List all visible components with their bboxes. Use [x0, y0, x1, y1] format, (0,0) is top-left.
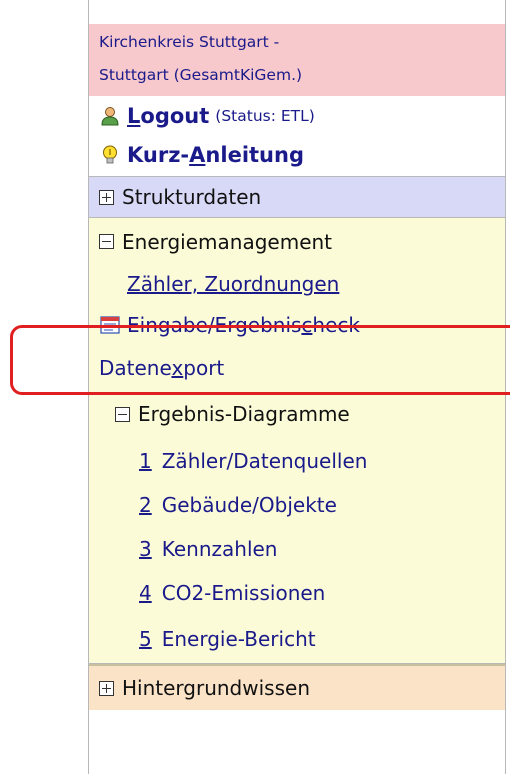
menu-item-datenexport[interactable]: Datenexport [89, 347, 505, 389]
top-spacer [89, 0, 505, 24]
section-hintergrundwissen[interactable]: Hintergrundwissen [89, 664, 505, 710]
navigation-panel: Kirchenkreis Stuttgart - Stuttgart (Gesa… [88, 0, 506, 774]
section-label-hintergrundwissen: Hintergrundwissen [122, 676, 310, 700]
calendar-form-icon [99, 314, 121, 336]
expand-icon[interactable] [99, 680, 114, 696]
organization-header: Kirchenkreis Stuttgart - Stuttgart (Gesa… [89, 24, 505, 96]
logout-row: Logout (Status: ETL) [89, 96, 505, 136]
section-label-energiemanagement: Energiemanagement [122, 229, 333, 254]
diagram-item[interactable]: 5 Energie-Bericht [89, 615, 505, 663]
organization-name-line2: Stuttgart (GesamtKiGem.) [99, 66, 303, 84]
kurz-anleitung-link[interactable]: Kurz-Anleitung [127, 143, 304, 167]
diagram-item-number[interactable]: 2 [139, 493, 152, 517]
menu-item-eingabe[interactable]: Eingabe/Ergebnischeck [89, 303, 505, 347]
anleitung-row: Kurz-Anleitung [89, 136, 505, 174]
section-header-energiemanagement[interactable]: Energiemanagement [89, 218, 505, 265]
diagram-item[interactable]: 1 Zähler/Datenquellen [89, 439, 505, 483]
diagram-item[interactable]: 2 Gebäude/Objekte [89, 483, 505, 527]
diagram-item-label[interactable]: CO2-Emissionen [162, 581, 326, 605]
section-label-strukturdaten: Strukturdaten [122, 185, 262, 209]
diagram-item[interactable]: 3 Kennzahlen [89, 527, 505, 571]
user-icon [99, 105, 121, 127]
diagram-item-number[interactable]: 4 [139, 581, 152, 605]
status-text: (Status: ETL) [215, 107, 315, 125]
collapse-icon[interactable] [99, 234, 114, 249]
section-strukturdaten[interactable]: Strukturdaten [89, 176, 505, 218]
diagram-item-label[interactable]: Energie-Bericht [162, 627, 316, 651]
diagram-item-number[interactable]: 5 [139, 627, 152, 651]
zaehler-zuordnungen-link[interactable]: Zähler, Zuordnungen [127, 272, 339, 296]
diagram-item-number[interactable]: 3 [139, 537, 152, 561]
diagram-item-label[interactable]: Gebäude/Objekte [162, 493, 337, 517]
diagram-item[interactable]: 4 CO2-Emissionen [89, 571, 505, 615]
subsection-label-diagramme: Ergebnis-Diagramme [138, 402, 350, 426]
eingabe-ergebnischeck-link[interactable]: Eingabe/Ergebnischeck [127, 313, 360, 337]
collapse-icon[interactable] [115, 406, 130, 422]
section-energiemanagement: Energiemanagement Zähler, Zuordnungen Ei… [89, 218, 505, 664]
lightbulb-icon [99, 144, 121, 166]
expand-icon[interactable] [99, 189, 114, 205]
diagram-item-label[interactable]: Kennzahlen [162, 537, 278, 561]
menu-item-zaehler[interactable]: Zähler, Zuordnungen [89, 265, 505, 303]
datenexport-link[interactable]: Datenexport [99, 356, 224, 380]
diagram-item-label[interactable]: Zähler/Datenquellen [162, 449, 368, 473]
organization-name-line1: Kirchenkreis Stuttgart - [99, 33, 280, 51]
logout-link[interactable]: Logout [127, 104, 209, 128]
diagram-item-number[interactable]: 1 [139, 449, 152, 473]
subsection-ergebnis-diagramme[interactable]: Ergebnis-Diagramme [89, 389, 505, 439]
